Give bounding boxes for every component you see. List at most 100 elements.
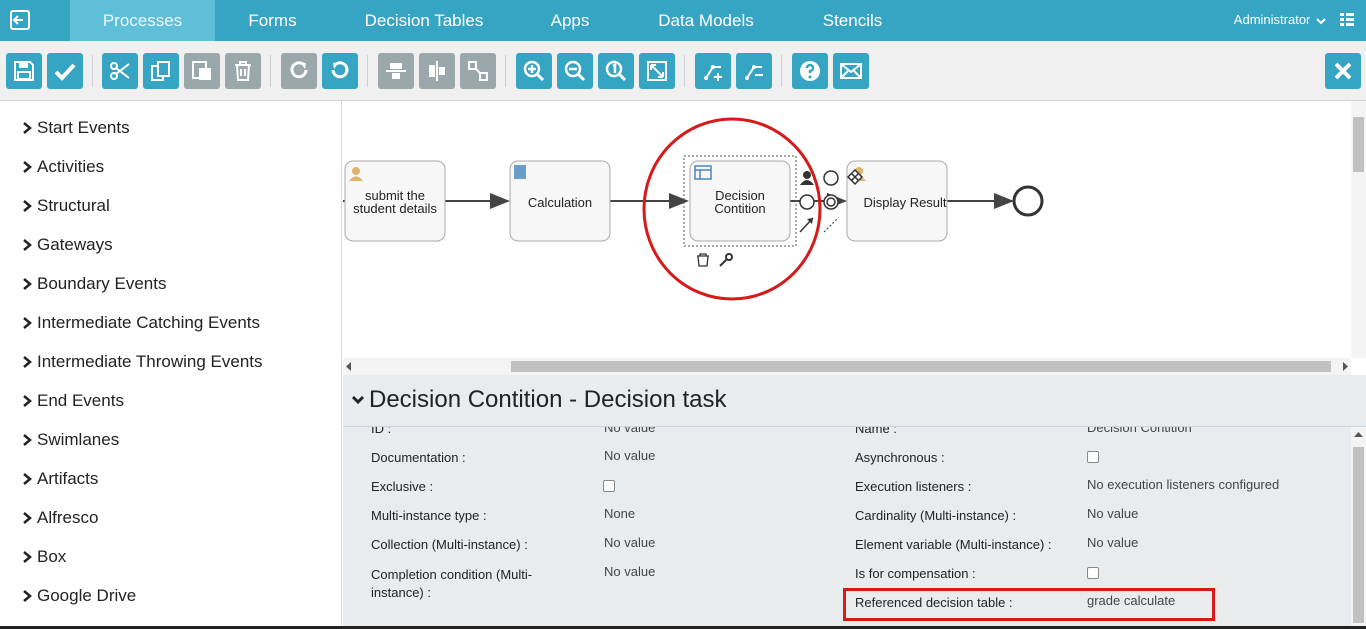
canvas-horizontal-scrollbar[interactable] (343, 358, 1351, 375)
redo-button[interactable] (281, 53, 317, 89)
zoom-out-button[interactable] (557, 53, 593, 89)
scroll-up-icon[interactable] (1354, 432, 1363, 438)
prop-asynchronous-label: Asynchronous : (855, 450, 945, 465)
palette-group-gateways[interactable]: Gateways (22, 234, 113, 256)
palette-group-label: Box (37, 547, 67, 566)
palette-group-artifacts[interactable]: Artifacts (22, 468, 98, 490)
palette-group-label: Gateways (37, 235, 113, 254)
align-vertical-button[interactable] (419, 53, 455, 89)
back-icon[interactable] (9, 9, 31, 31)
align-horizontal-button[interactable] (378, 53, 414, 89)
palette-group-box[interactable]: Box (22, 546, 66, 568)
tab-processes[interactable]: Processes (70, 0, 215, 47)
property-panel-header[interactable]: Decision Contition - Decision task (343, 375, 1366, 427)
close-editor-button[interactable] (1325, 53, 1361, 89)
undo-icon (331, 61, 349, 79)
zoom-actual-button[interactable] (598, 53, 634, 89)
close-icon (1334, 62, 1352, 80)
add-bendpoint-button[interactable] (695, 53, 731, 89)
palette-group-start-events[interactable]: Start Events (22, 117, 130, 139)
prop-documentation-value[interactable]: No value (604, 448, 655, 463)
save-icon (14, 61, 34, 81)
user-menu[interactable]: Administrator (1234, 12, 1326, 27)
chevron-down-icon (351, 395, 365, 405)
palette-group-label: Google Drive (37, 586, 137, 605)
tab-forms[interactable]: Forms (220, 0, 325, 41)
email-button[interactable] (833, 53, 869, 89)
palette-group-alfresco[interactable]: Alfresco (22, 507, 98, 529)
cut-button[interactable] (102, 53, 138, 89)
script-task-icon (514, 165, 526, 179)
property-panel-scrollbar[interactable] (1351, 427, 1366, 629)
prop-element-variable-label: Element variable (Multi-instance) : (855, 537, 1052, 552)
stencil-palette: Start Events Activities Structural Gatew… (0, 101, 342, 629)
prop-completion-condition-value[interactable]: No value (604, 564, 655, 579)
envelope-icon (840, 63, 862, 79)
align-vertical-icon (429, 61, 445, 81)
palette-group-label: Intermediate Catching Events (37, 313, 261, 332)
annotation-highlight-box (843, 588, 1215, 621)
palette-group-label: Swimlanes (37, 430, 120, 449)
remove-bendpoint-button[interactable] (736, 53, 772, 89)
paste-button[interactable] (184, 53, 220, 89)
validate-button[interactable] (47, 53, 83, 89)
zoom-in-button[interactable] (516, 53, 552, 89)
palette-group-boundary-events[interactable]: Boundary Events (22, 273, 166, 295)
same-size-button[interactable] (460, 53, 496, 89)
prop-asynchronous-checkbox[interactable] (1087, 451, 1099, 463)
tab-data-models[interactable]: Data Models (645, 0, 767, 41)
prop-element-variable-value[interactable]: No value (1087, 535, 1138, 550)
prop-exclusive-checkbox[interactable] (603, 480, 615, 492)
chevron-down-icon (1316, 17, 1326, 24)
prop-multi-instance-type-value[interactable]: None (604, 506, 635, 521)
tab-apps[interactable]: Apps (530, 0, 610, 41)
copy-icon (151, 61, 170, 81)
prop-is-for-compensation-checkbox[interactable] (1087, 567, 1099, 579)
scroll-left-icon[interactable] (346, 362, 352, 371)
undo-button[interactable] (322, 53, 358, 89)
zoom-fit-icon (647, 61, 667, 81)
prop-cardinality-value[interactable]: No value (1087, 506, 1138, 521)
chevron-right-icon (23, 200, 32, 212)
palette-group-swimlanes[interactable]: Swimlanes (22, 429, 119, 451)
palette-group-label: Alfresco (37, 508, 99, 527)
palette-group-google-drive[interactable]: Google Drive (22, 585, 136, 607)
chevron-right-icon (23, 551, 32, 563)
chevron-right-icon (23, 395, 32, 407)
chevron-right-icon (23, 239, 32, 251)
palette-group-activities[interactable]: Activities (22, 156, 104, 178)
help-button[interactable] (792, 53, 828, 89)
delete-button[interactable] (225, 53, 261, 89)
prop-cardinality-label: Cardinality (Multi-instance) : (855, 508, 1017, 523)
prop-documentation-label: Documentation : (371, 450, 466, 465)
process-canvas[interactable]: submit the student details Calculation D… (343, 101, 1351, 358)
tab-decision-tables[interactable]: Decision Tables (350, 0, 498, 41)
prop-name-value[interactable]: Decision Contition (1087, 427, 1192, 435)
apps-grid-icon[interactable] (1340, 12, 1354, 26)
palette-group-label: Structural (37, 196, 110, 215)
property-panel-title: Decision Contition - Decision task (369, 386, 727, 413)
wrench-icon[interactable] (719, 253, 733, 267)
copy-button[interactable] (143, 53, 179, 89)
end-event[interactable] (1012, 185, 1044, 217)
prop-collection-value[interactable]: No value (604, 535, 655, 550)
palette-group-intermediate-throwing-events[interactable]: Intermediate Throwing Events (22, 351, 263, 373)
palette-group-label: Artifacts (37, 469, 99, 488)
chevron-right-icon (23, 512, 32, 524)
save-button[interactable] (6, 53, 42, 89)
palette-group-intermediate-catching-events[interactable]: Intermediate Catching Events (22, 312, 260, 334)
prop-execution-listeners-value[interactable]: No execution listeners configured (1087, 477, 1279, 492)
chevron-right-icon (23, 434, 32, 446)
palette-group-label: End Events (37, 391, 124, 410)
palette-group-structural[interactable]: Structural (22, 195, 110, 217)
prop-id-value[interactable]: No value (604, 427, 655, 435)
canvas-vertical-scrollbar[interactable] (1351, 101, 1366, 358)
task-label: Decision Contition (690, 189, 790, 215)
palette-group-end-events[interactable]: End Events (22, 390, 124, 412)
tab-stencils[interactable]: Stencils (805, 0, 900, 41)
trash-icon[interactable] (697, 253, 709, 267)
user-name: Administrator (1233, 12, 1311, 27)
zoom-fit-button[interactable] (639, 53, 675, 89)
zoom-actual-icon (605, 60, 627, 82)
scroll-right-icon[interactable] (1342, 362, 1348, 371)
